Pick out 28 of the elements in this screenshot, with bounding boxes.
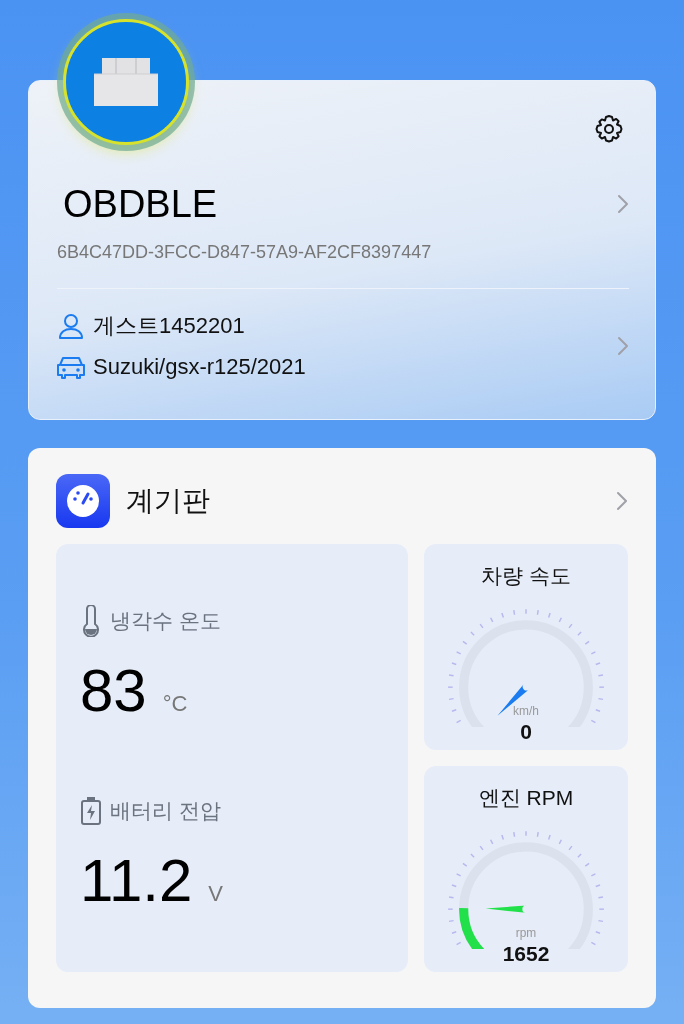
dashboard-app-icon — [56, 474, 110, 528]
reading-label: 냉각수 온도 — [110, 608, 221, 635]
vehicle-model: Suzuki/gsx-r125/2021 — [93, 353, 306, 381]
chevron-icon[interactable] — [617, 336, 629, 356]
reading-unit: °C — [162, 690, 188, 719]
reading-label: 배터리 전압 — [110, 798, 221, 825]
gauge-needle — [485, 905, 527, 913]
reading-unit: V — [208, 879, 223, 908]
obd-adapter-icon — [92, 56, 160, 108]
car-icon — [57, 354, 85, 379]
chevron-icon[interactable] — [617, 194, 629, 214]
gauge-title: 차량 속도 — [481, 563, 571, 589]
thermometer-icon — [80, 605, 102, 638]
dashboard-title: 계기판 — [126, 484, 210, 518]
user-name: 게스트1452201 — [93, 312, 245, 340]
device-id: 6B4C47DD-3FCC-D847-57A9-AF2CF8397447 — [57, 241, 433, 264]
gauge-unit: rpm — [515, 925, 537, 940]
gauge-title: 엔진 RPM — [478, 785, 574, 811]
gauge-unit: km/h — [513, 703, 539, 718]
device-name: OBDBLE — [63, 185, 218, 223]
battery-icon — [80, 796, 102, 827]
gauge-value: 1652 — [502, 943, 550, 964]
user-icon — [57, 311, 85, 340]
reading-value: 11.2 — [80, 850, 193, 911]
settings-icon[interactable] — [593, 113, 625, 145]
reading-value: 83 — [80, 661, 147, 722]
gauge-value: 0 — [520, 721, 532, 742]
chevron-icon[interactable] — [616, 491, 628, 511]
